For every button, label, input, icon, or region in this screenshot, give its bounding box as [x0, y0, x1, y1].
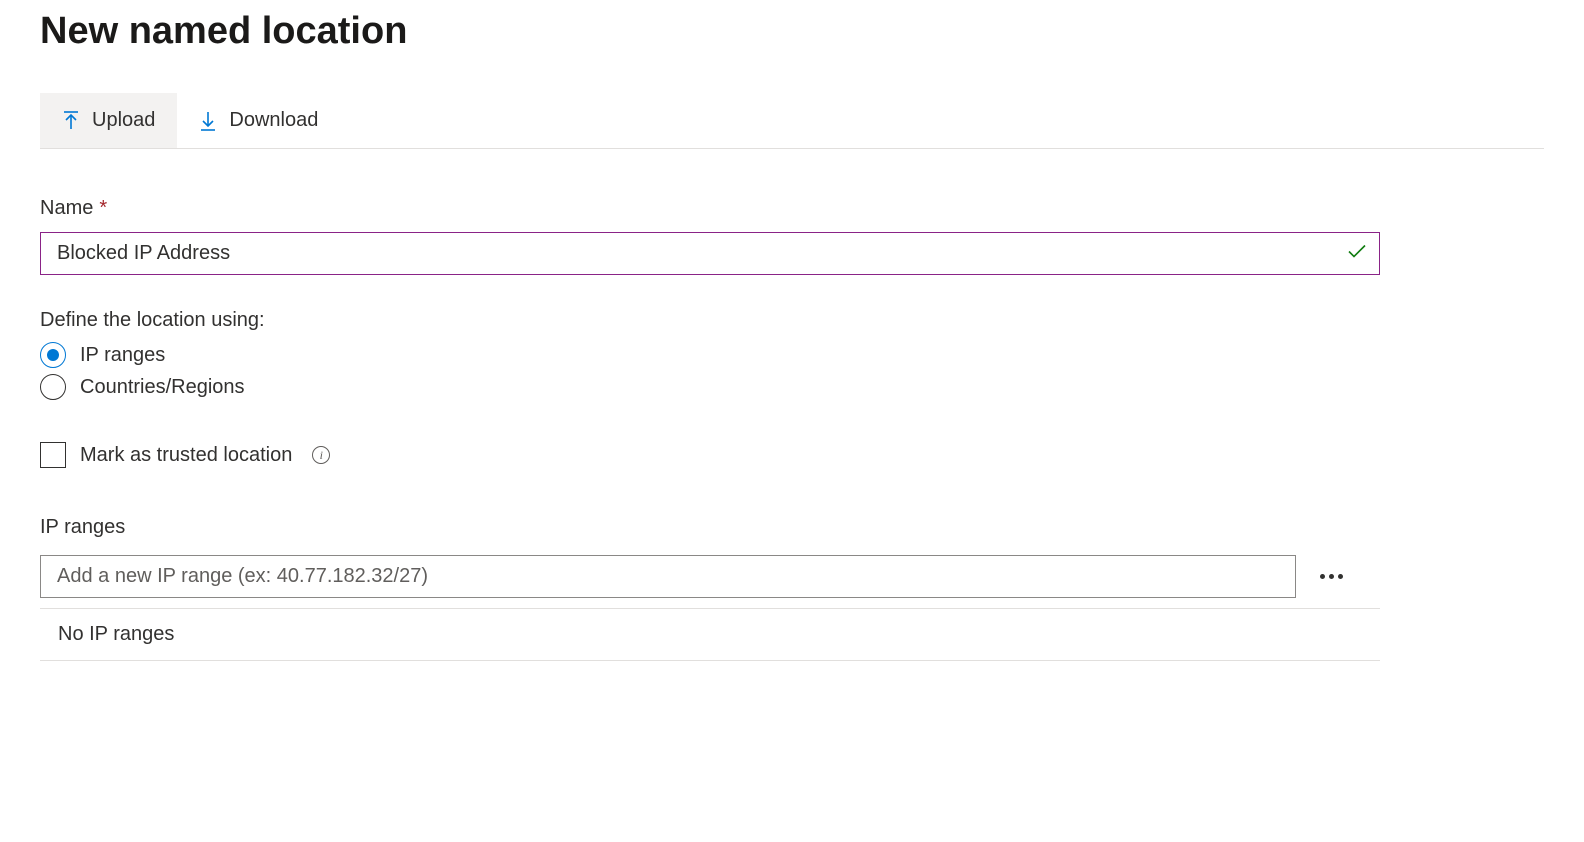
download-button[interactable]: Download — [177, 93, 340, 148]
ellipsis-icon — [1329, 574, 1334, 579]
toolbar: Upload Download — [40, 93, 1544, 149]
define-section: Define the location using: IP ranges Cou… — [40, 309, 1544, 400]
upload-icon — [62, 111, 80, 131]
download-icon — [199, 111, 217, 131]
ellipsis-icon — [1320, 574, 1325, 579]
trusted-label: Mark as trusted location — [80, 444, 292, 467]
download-label: Download — [229, 109, 318, 132]
ip-range-input-row — [40, 555, 1380, 598]
ip-ranges-list: No IP ranges — [40, 608, 1380, 661]
define-label: Define the location using: — [40, 309, 1544, 332]
name-label: Name * — [40, 197, 1544, 220]
radio-ip-label: IP ranges — [80, 344, 165, 367]
checkmark-icon — [1348, 244, 1366, 263]
more-options-button[interactable] — [1314, 568, 1349, 585]
radio-ip-ranges[interactable]: IP ranges — [40, 342, 1544, 368]
no-ip-ranges-text: No IP ranges — [40, 609, 1380, 661]
page-title: New named location — [40, 10, 1544, 53]
required-asterisk: * — [99, 197, 107, 220]
form: Name * Define the location using: IP ran… — [40, 149, 1544, 661]
ip-range-input[interactable] — [40, 555, 1296, 598]
trusted-checkbox-row[interactable]: Mark as trusted location i — [40, 442, 1544, 468]
radio-countries-label: Countries/Regions — [80, 376, 245, 399]
ellipsis-icon — [1338, 574, 1343, 579]
name-input-wrap — [40, 232, 1380, 275]
radio-countries[interactable]: Countries/Regions — [40, 374, 1544, 400]
upload-button[interactable]: Upload — [40, 93, 177, 148]
name-label-text: Name — [40, 197, 93, 220]
checkbox-icon — [40, 442, 66, 468]
radio-icon — [40, 374, 66, 400]
info-icon[interactable]: i — [312, 446, 330, 464]
ip-ranges-title: IP ranges — [40, 516, 1380, 539]
upload-label: Upload — [92, 109, 155, 132]
ip-ranges-section: IP ranges No IP ranges — [40, 516, 1380, 661]
name-input[interactable] — [40, 232, 1380, 275]
radio-icon — [40, 342, 66, 368]
